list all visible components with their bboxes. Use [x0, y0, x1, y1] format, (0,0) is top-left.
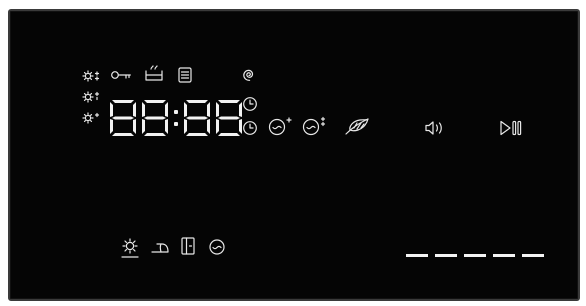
prewash-basin-icon [145, 65, 163, 81]
spin-spiral-icon [243, 69, 254, 81]
progress-segment [464, 254, 486, 257]
extra-rinse-icon [268, 117, 292, 136]
time-digit-3 [184, 100, 210, 136]
door-lock-key-icon [111, 71, 131, 79]
temp-medium-icon [82, 91, 100, 103]
time-colon-top [174, 110, 178, 114]
feather-soft-icon [345, 118, 369, 135]
progress-segment [435, 254, 457, 257]
sun-dry-icon [121, 238, 139, 258]
progress-segment [522, 254, 544, 257]
temperature-level-icons [82, 70, 100, 124]
time-digit-2 [142, 100, 168, 136]
temp-low-icon [82, 112, 100, 124]
door-indicator-icon [181, 237, 195, 255]
speaker-sound-icon[interactable] [424, 119, 446, 137]
drum-icon [209, 239, 225, 255]
time-colon-bottom [174, 122, 178, 126]
iron-easy-care-icon [151, 243, 169, 253]
finish-clock-icon [243, 121, 257, 135]
play-pause-icon[interactable] [499, 119, 523, 137]
temp-high-icon [82, 70, 100, 82]
progress-segment [493, 254, 515, 257]
delay-clock-icon [243, 97, 257, 111]
time-digit-4 [216, 100, 242, 136]
control-panel-display: 8 : [8, 9, 580, 301]
time-digit-1 [110, 100, 136, 136]
progress-segment [406, 254, 428, 257]
extra-rinse-plus-icon [302, 116, 326, 136]
time-display: 8 : [108, 99, 244, 137]
detergent-drawer-icon [178, 67, 192, 83]
